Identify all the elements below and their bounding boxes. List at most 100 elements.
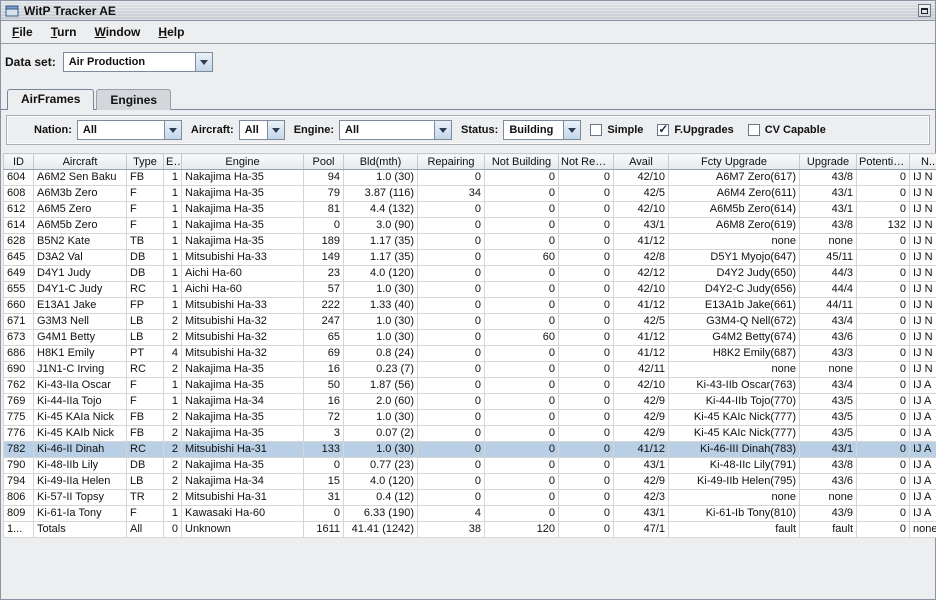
table-cell[interactable]: 1.87 (56) bbox=[343, 377, 418, 394]
table-cell[interactable]: 3.0 (90) bbox=[343, 217, 418, 234]
table-cell[interactable]: A6M8 Zero(619) bbox=[668, 217, 800, 234]
table-cell[interactable]: Mitsubishi Ha-31 bbox=[181, 489, 304, 506]
table-cell[interactable]: 0 bbox=[484, 489, 559, 506]
table-cell[interactable]: 0 bbox=[558, 409, 614, 426]
table-cell[interactable]: F bbox=[126, 217, 164, 234]
table-cell[interactable]: 43/1 bbox=[799, 441, 857, 458]
table-cell[interactable]: 0 bbox=[856, 265, 910, 282]
table-cell[interactable]: D5Y1 Myojo(647) bbox=[668, 249, 800, 266]
table-cell[interactable]: 47/1 bbox=[613, 521, 669, 538]
table-cell[interactable]: Mitsubishi Ha-32 bbox=[181, 313, 304, 330]
table-cell[interactable]: 0 bbox=[484, 377, 559, 394]
table-cell[interactable]: 43/4 bbox=[799, 313, 857, 330]
table-cell[interactable]: B5N2 Kate bbox=[33, 233, 127, 250]
table-cell[interactable]: 2 bbox=[163, 489, 182, 506]
table-cell[interactable]: IJ N bbox=[909, 281, 936, 298]
column-header[interactable]: Not Building bbox=[484, 153, 559, 170]
table-cell[interactable]: 42/9 bbox=[613, 425, 669, 442]
menu-turn[interactable]: Turn bbox=[42, 22, 86, 42]
table-cell[interactable]: 50 bbox=[303, 377, 344, 394]
table-cell[interactable]: 0.77 (23) bbox=[343, 457, 418, 474]
table-cell[interactable]: A6M5b Zero(614) bbox=[668, 201, 800, 218]
table-cell[interactable]: none bbox=[909, 521, 936, 538]
table-cell[interactable]: 0 bbox=[856, 361, 910, 378]
table-cell[interactable]: 0 bbox=[856, 425, 910, 442]
table-cell[interactable]: 790 bbox=[3, 457, 34, 474]
table-cell[interactable]: 43/8 bbox=[799, 457, 857, 474]
table-row[interactable]: 806 Ki-57-II Topsy TR 2 Mitsubishi Ha-31 31 0.… bbox=[3, 489, 936, 506]
table-cell[interactable]: 1... bbox=[3, 521, 34, 538]
table-cell[interactable]: none bbox=[668, 233, 800, 250]
table-cell[interactable]: 0 bbox=[856, 473, 910, 490]
table-row[interactable]: 782 Ki-46-II Dinah RC 2 Mitsubishi Ha-31 133 1… bbox=[3, 441, 936, 458]
table-cell[interactable]: A6M3b Zero bbox=[33, 185, 127, 202]
table-cell[interactable]: fault bbox=[668, 521, 800, 538]
table-cell[interactable]: 0 bbox=[558, 201, 614, 218]
table-cell[interactable]: none bbox=[668, 361, 800, 378]
table-cell[interactable]: 0 bbox=[558, 329, 614, 346]
table-cell[interactable]: IJ N bbox=[909, 233, 936, 250]
table-cell[interactable]: 0 bbox=[484, 281, 559, 298]
table-cell[interactable]: 671 bbox=[3, 313, 34, 330]
table-cell[interactable]: Nakajima Ha-35 bbox=[181, 169, 304, 186]
table-cell[interactable]: 1.0 (30) bbox=[343, 329, 418, 346]
column-header[interactable]: Fcty Upgrade bbox=[668, 153, 800, 170]
table-cell[interactable]: 0 bbox=[484, 185, 559, 202]
table-cell[interactable]: 0 bbox=[856, 345, 910, 362]
table-cell[interactable]: 4.0 (120) bbox=[343, 473, 418, 490]
table-cell[interactable]: Nakajima Ha-35 bbox=[181, 457, 304, 474]
table-cell[interactable]: 0 bbox=[856, 249, 910, 266]
table-cell[interactable]: FB bbox=[126, 425, 164, 442]
table-cell[interactable]: 0 bbox=[558, 249, 614, 266]
table-cell[interactable]: 132 bbox=[856, 217, 910, 234]
table-cell[interactable]: 43/5 bbox=[799, 425, 857, 442]
maximize-button[interactable] bbox=[918, 4, 931, 17]
table-cell[interactable]: 43/3 bbox=[799, 345, 857, 362]
table-cell[interactable]: 42/8 bbox=[613, 249, 669, 266]
table-cell[interactable]: IJ A bbox=[909, 441, 936, 458]
checkbox-fupgrades[interactable]: F.Upgrades bbox=[657, 124, 734, 136]
table-cell[interactable]: 42/10 bbox=[613, 281, 669, 298]
table-cell[interactable]: 0 bbox=[558, 489, 614, 506]
table-cell[interactable]: Totals bbox=[33, 521, 127, 538]
table-row[interactable]: 645 D3A2 Val DB 1 Mitsubishi Ha-33 149 1.17 (3… bbox=[3, 249, 936, 266]
table-cell[interactable]: 608 bbox=[3, 185, 34, 202]
table-cell[interactable]: LB bbox=[126, 329, 164, 346]
table-cell[interactable]: 1.0 (30) bbox=[343, 409, 418, 426]
table-cell[interactable]: Mitsubishi Ha-32 bbox=[181, 329, 304, 346]
table-cell[interactable]: none bbox=[799, 361, 857, 378]
table-cell[interactable]: Ki-44-IIa Tojo bbox=[33, 393, 127, 410]
table-cell[interactable]: Ki-45 KAIc Nick(777) bbox=[668, 409, 800, 426]
table-cell[interactable]: 0 bbox=[856, 313, 910, 330]
table-cell[interactable]: Ki-45 KAIb Nick bbox=[33, 425, 127, 442]
table-cell[interactable]: 0 bbox=[558, 521, 614, 538]
table-cell[interactable]: 42/5 bbox=[613, 313, 669, 330]
table-cell[interactable]: 0 bbox=[417, 329, 485, 346]
table-cell[interactable]: 23 bbox=[303, 265, 344, 282]
table-cell[interactable]: 645 bbox=[3, 249, 34, 266]
table-cell[interactable]: 0 bbox=[303, 505, 344, 522]
table-cell[interactable]: 41/12 bbox=[613, 345, 669, 362]
table-cell[interactable]: 42/3 bbox=[613, 489, 669, 506]
checkbox-cv-capable[interactable]: CV Capable bbox=[747, 124, 826, 136]
table-cell[interactable]: 44/4 bbox=[799, 281, 857, 298]
table-cell[interactable]: RC bbox=[126, 361, 164, 378]
table-row[interactable]: 790 Ki-48-IIb Lily DB 2 Nakajima Ha-35 0 0.77 … bbox=[3, 457, 936, 474]
table-cell[interactable]: 2 bbox=[163, 409, 182, 426]
table-row[interactable]: 612 A6M5 Zero F 1 Nakajima Ha-35 81 4.4 (132) 0… bbox=[3, 201, 936, 218]
table-cell[interactable]: H8K1 Emily bbox=[33, 345, 127, 362]
table-cell[interactable]: 0 bbox=[484, 505, 559, 522]
column-header[interactable]: Avail bbox=[613, 153, 669, 170]
table-cell[interactable]: 0 bbox=[417, 441, 485, 458]
table-cell[interactable]: 72 bbox=[303, 409, 344, 426]
table-cell[interactable]: G4M1 Betty bbox=[33, 329, 127, 346]
chevron-down-icon[interactable] bbox=[163, 121, 181, 139]
chevron-down-icon[interactable] bbox=[434, 121, 452, 139]
table-cell[interactable]: 0 bbox=[856, 409, 910, 426]
table-cell[interactable]: 0 bbox=[484, 169, 559, 186]
table-row[interactable]: 775 Ki-45 KAIa Nick FB 2 Nakajima Ha-35 72 1.0… bbox=[3, 409, 936, 426]
table-cell[interactable]: F bbox=[126, 185, 164, 202]
table-cell[interactable]: 769 bbox=[3, 393, 34, 410]
table-cell[interactable]: 0 bbox=[558, 441, 614, 458]
table-cell[interactable]: 0 bbox=[484, 361, 559, 378]
